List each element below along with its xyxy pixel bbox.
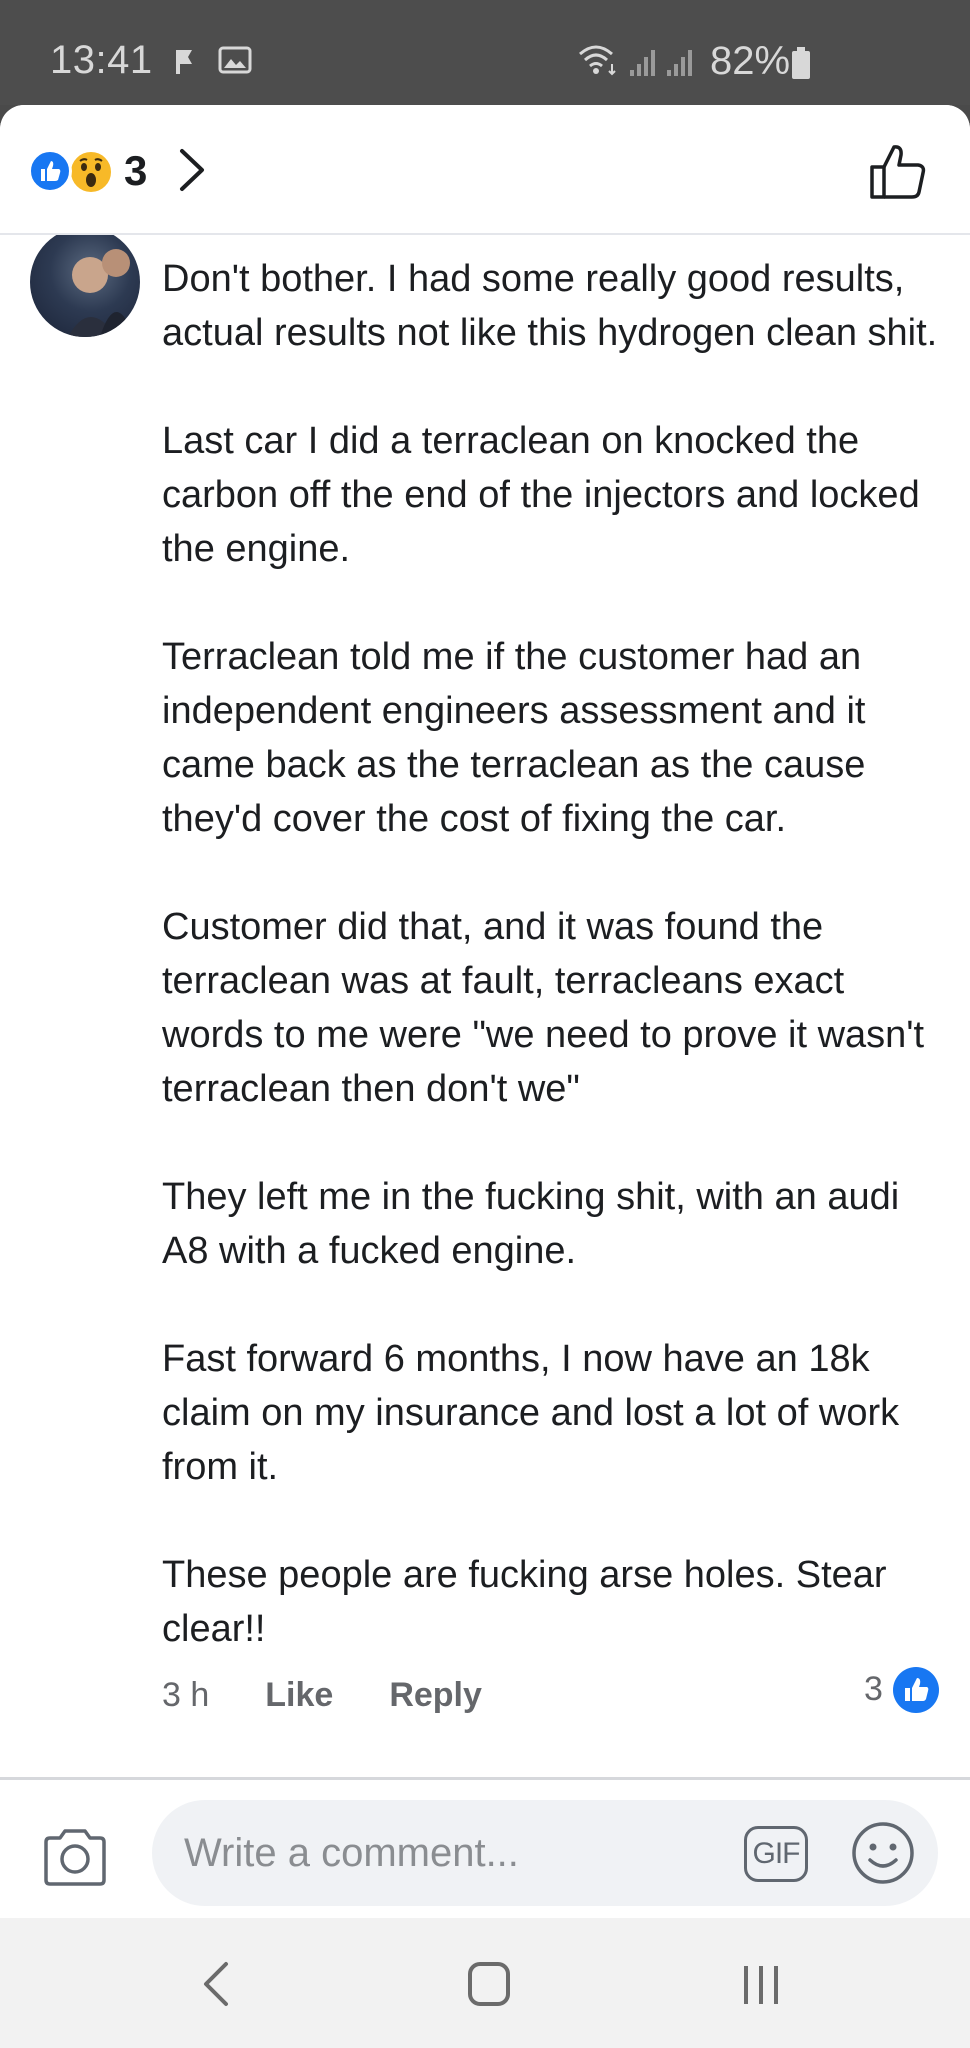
home-icon[interactable] — [464, 1956, 514, 2012]
camera-icon[interactable] — [40, 1826, 110, 1888]
comment: Don't bother. I had some really good res… — [0, 235, 970, 1790]
comment-paragraph: Fast forward 6 months, I now have an 18k… — [162, 1338, 900, 1488]
comment-paragraph: These people are fucking arse holes. Ste… — [162, 1554, 887, 1650]
like-reaction-icon — [28, 149, 72, 193]
chevron-right-icon[interactable] — [176, 145, 208, 195]
wow-reaction-icon — [68, 149, 114, 195]
comment-paragraph: They left me in the fucking shit, with a… — [162, 1176, 900, 1272]
flag-icon — [176, 50, 192, 74]
image-icon — [218, 46, 252, 74]
comment-paragraph: Customer did that, and it was found the … — [162, 906, 925, 1110]
signal-icon — [667, 50, 692, 76]
reactions-count[interactable]: 3 — [124, 147, 147, 195]
status-time: 13:41 — [50, 38, 153, 82]
signal-icon — [630, 50, 655, 76]
comment-reply-button[interactable]: Reply — [389, 1676, 482, 1715]
comment-like-count[interactable]: 3 — [864, 1670, 883, 1709]
avatar[interactable] — [30, 235, 140, 337]
comment-input[interactable] — [152, 1800, 938, 1906]
comment-timestamp[interactable]: 3 h — [162, 1676, 209, 1715]
comments-sheet: 3 Don't bother. I had some really good r… — [0, 105, 970, 1918]
like-badge-icon[interactable] — [893, 1667, 939, 1713]
system-nav-bar — [0, 1918, 970, 2048]
emoji-icon[interactable] — [850, 1820, 916, 1886]
wifi-icon — [579, 45, 616, 76]
comment-paragraph: Last car I did a terraclean on knocked t… — [162, 420, 920, 570]
thumbs-up-icon[interactable] — [868, 141, 928, 203]
recents-icon[interactable] — [736, 1958, 786, 2012]
gif-button[interactable]: GIF — [744, 1826, 808, 1882]
reactions-header[interactable]: 3 — [0, 105, 970, 235]
comment-like-button[interactable]: Like — [265, 1676, 333, 1715]
battery-icon — [792, 47, 810, 79]
back-icon[interactable] — [196, 1956, 236, 2012]
comment-body: Don't bother. I had some really good res… — [162, 252, 942, 1656]
comment-paragraph: Terraclean told me if the customer had a… — [162, 636, 866, 840]
comment-paragraph: Don't bother. I had some really good res… — [162, 258, 938, 354]
comment-composer: GIF — [0, 1780, 970, 1918]
status-bar: 13:41 82% — [0, 0, 970, 105]
comment-actions: 3 h Like Reply — [162, 1670, 482, 1720]
battery-percentage: 82% — [710, 39, 791, 83]
